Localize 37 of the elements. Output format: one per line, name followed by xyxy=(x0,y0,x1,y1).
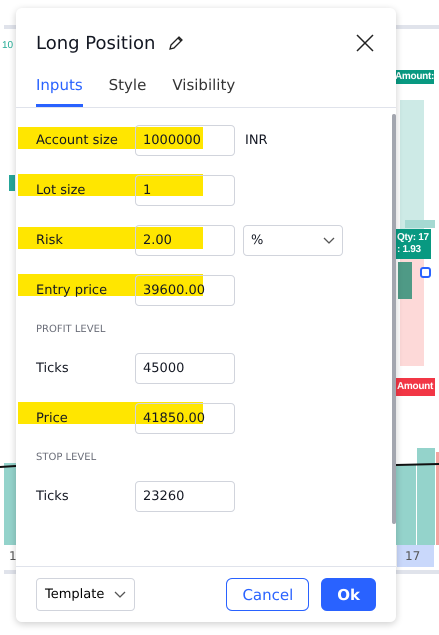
candle xyxy=(405,220,435,228)
candle xyxy=(9,175,15,191)
chevron-down-icon xyxy=(323,237,335,244)
field-label: Account size xyxy=(36,133,119,148)
chart-badge: Amount xyxy=(395,378,435,396)
axis-label: 17 xyxy=(397,545,434,567)
field-label: Ticks xyxy=(36,361,70,376)
dialog-title: Long Position xyxy=(36,32,156,54)
input-field[interactable]: 2.00 xyxy=(135,225,235,256)
candle xyxy=(398,262,412,299)
tab[interactable]: Visibility xyxy=(172,72,236,107)
tab[interactable]: Inputs xyxy=(36,72,83,107)
chart-badge: Qty: 17 : 1.93 xyxy=(395,229,431,259)
close-button[interactable] xyxy=(354,32,376,54)
input-field[interactable]: 45000 xyxy=(135,353,235,384)
tab[interactable]: Style xyxy=(108,72,146,107)
ok-button[interactable]: Ok xyxy=(321,578,376,611)
field-label: Risk xyxy=(36,233,64,248)
input-field[interactable]: 1000000 xyxy=(135,125,235,156)
input-field[interactable]: 1 xyxy=(135,175,235,206)
field-label: Ticks xyxy=(36,489,70,504)
pencil-icon[interactable] xyxy=(167,34,186,52)
template-dropdown[interactable]: Template xyxy=(36,578,136,611)
section-heading: PROFIT LEVEL xyxy=(36,324,106,335)
chevron-down-icon xyxy=(114,591,126,598)
entry-handle[interactable] xyxy=(420,267,431,278)
section-heading: STOP LEVEL xyxy=(36,452,98,463)
unit-dropdown[interactable]: % xyxy=(243,225,343,256)
axis-label: 1 xyxy=(9,549,17,563)
field-label: Lot size xyxy=(36,183,86,198)
cancel-button[interactable]: Cancel xyxy=(226,578,310,611)
chart-badge: Amount: xyxy=(395,70,434,84)
unit-label: INR xyxy=(245,133,268,148)
field-label: Price xyxy=(36,411,69,426)
price-label: 10 xyxy=(2,40,14,51)
field-label: Entry price xyxy=(36,283,108,298)
input-field[interactable]: 23260 xyxy=(135,481,235,512)
